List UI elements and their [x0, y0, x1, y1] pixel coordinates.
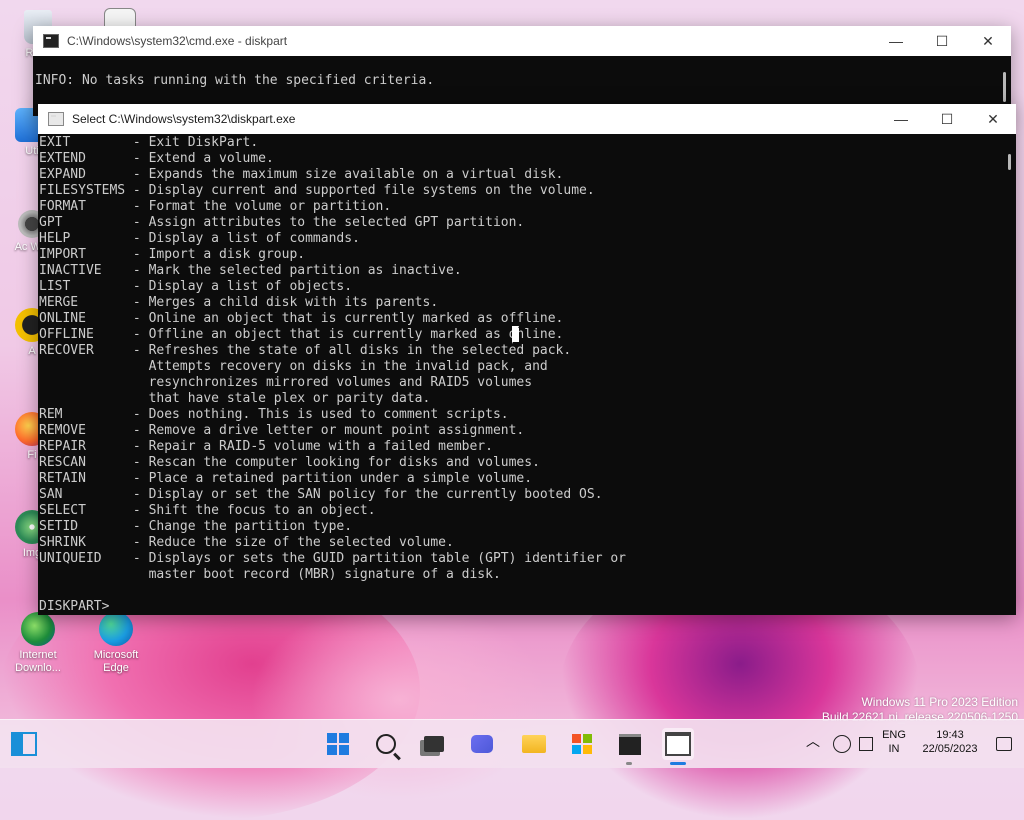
scroll-thumb[interactable]: [1003, 72, 1006, 102]
start-button[interactable]: [322, 728, 354, 760]
terminal-button[interactable]: [614, 728, 646, 760]
speaker-muted-icon: [859, 737, 873, 751]
desktop-icon-label: Uti: [25, 145, 39, 157]
wallpaper-swirl-3: [250, 600, 550, 800]
lang-secondary: IN: [888, 743, 900, 755]
diskpart-window[interactable]: Select C:\Windows\system32\diskpart.exe …: [38, 104, 1016, 615]
diskpart-scrollbar[interactable]: [1000, 134, 1016, 615]
folder-icon: [522, 735, 546, 753]
diskpart-title: Select C:\Windows\system32\diskpart.exe: [72, 112, 296, 126]
close-button[interactable]: ✕: [965, 26, 1011, 56]
lang-primary: ENG: [882, 729, 906, 741]
diskpart-window-controls: — ☐ ✕: [878, 104, 1016, 134]
globe-icon: [833, 735, 851, 753]
windows-logo-icon: [327, 733, 349, 755]
task-view-icon: [424, 736, 444, 752]
desktop-icon-label: Fi: [27, 449, 37, 461]
cmd-window-controls: — ☐ ✕: [873, 26, 1011, 56]
diskpart-app-icon: [665, 732, 691, 756]
diskpart-titlebar[interactable]: Select C:\Windows\system32\diskpart.exe …: [38, 104, 1016, 134]
download-globe-icon: [21, 612, 55, 646]
clock-time: 19:43: [936, 729, 964, 741]
desktop-icon-label: A: [28, 345, 36, 357]
desktop-icon-internet-download-manager[interactable]: Internet Downlo...: [6, 612, 70, 675]
cmd-app-icon: [43, 34, 59, 48]
cmd-title: C:\Windows\system32\cmd.exe - diskpart: [67, 34, 288, 48]
cmd-window[interactable]: C:\Windows\system32\cmd.exe - diskpart —…: [33, 26, 1011, 116]
diskpart-console-output[interactable]: EXIT - Exit DiskPart. EXTEND - Extend a …: [39, 135, 998, 615]
video-camera-icon: [471, 735, 493, 753]
running-app-indicator: [626, 762, 632, 765]
desktop-icon-label: Microsoft Edge: [93, 649, 139, 674]
text-cursor-block: [512, 328, 519, 342]
maximize-button[interactable]: ☐: [924, 104, 970, 134]
store-bag-icon: [572, 734, 592, 754]
clock-date: 22/05/2023: [922, 743, 978, 755]
task-view-button[interactable]: [418, 728, 450, 760]
terminal-icon: [619, 733, 641, 755]
close-button[interactable]: ✕: [970, 104, 1016, 134]
cmd-titlebar[interactable]: C:\Windows\system32\cmd.exe - diskpart —…: [33, 26, 1011, 56]
widgets-button[interactable]: [8, 728, 40, 760]
minimize-button[interactable]: —: [873, 26, 919, 56]
file-explorer-button[interactable]: [518, 728, 550, 760]
chat-bubble-icon: [996, 737, 1012, 751]
desktop-icon-label: Internet Downlo...: [15, 649, 61, 674]
maximize-button[interactable]: ☐: [919, 26, 965, 56]
store-button[interactable]: [566, 728, 598, 760]
active-app-indicator: [670, 762, 686, 765]
widgets-icon: [11, 732, 37, 756]
meet-button[interactable]: [466, 728, 498, 760]
diskpart-taskbar-button[interactable]: [662, 728, 694, 760]
notifications-button[interactable]: [988, 728, 1020, 760]
diskpart-app-icon: [48, 112, 64, 126]
desktop-icon-microsoft-edge[interactable]: Microsoft Edge: [84, 612, 148, 675]
search-icon: [376, 734, 401, 761]
scroll-thumb[interactable]: [1008, 154, 1011, 170]
edge-icon: [99, 612, 133, 646]
watermark-edition: Windows 11 Pro 2023 Edition: [861, 695, 1018, 709]
clock[interactable]: 19:43 22/05/2023: [920, 728, 980, 756]
taskbar: ︿ ENG IN 19:43 22/05/2023: [0, 719, 1024, 768]
search-button[interactable]: [370, 728, 402, 761]
language-indicator[interactable]: ENG IN: [878, 728, 910, 756]
show-hidden-icons-button[interactable]: ︿: [806, 734, 820, 748]
minimize-button[interactable]: —: [878, 104, 924, 134]
